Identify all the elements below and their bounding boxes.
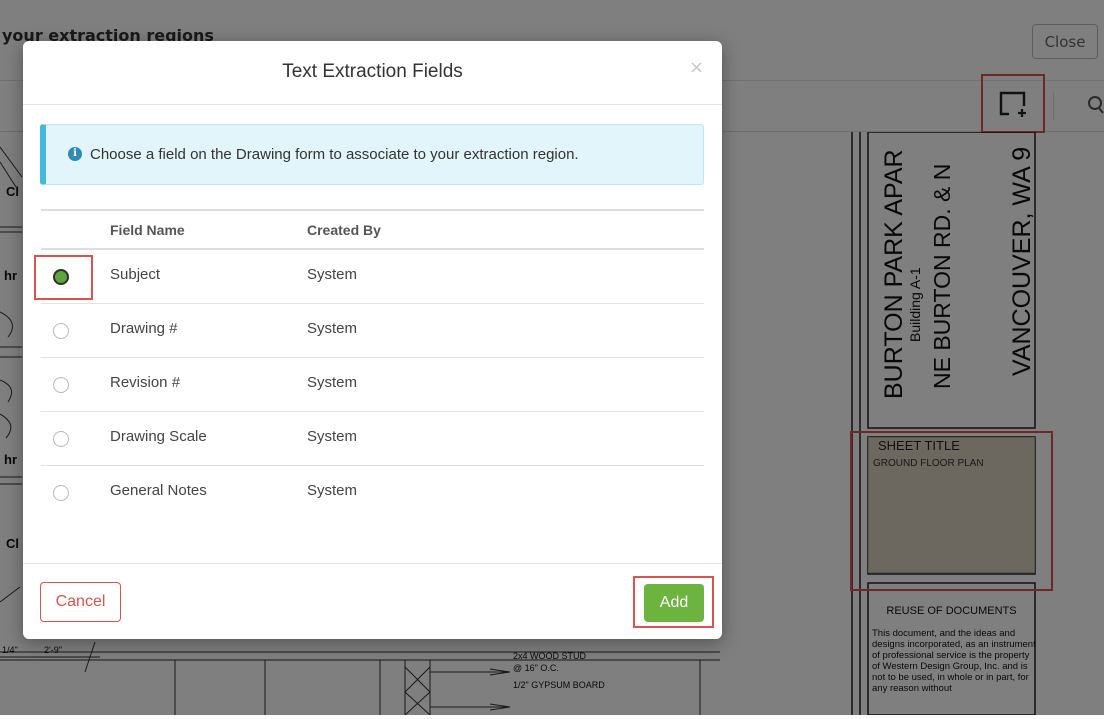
field-name-cell: Drawing Scale (110, 428, 207, 445)
table-row[interactable]: General Notes System (41, 466, 704, 520)
info-alert: i Choose a field on the Drawing form to … (40, 124, 704, 185)
info-icon: i (68, 147, 82, 161)
radio-drawing-scale[interactable] (53, 431, 69, 447)
created-by-cell: System (307, 266, 358, 283)
radio-revision-number[interactable] (53, 377, 69, 393)
field-name-cell: Revision # (110, 374, 181, 391)
field-name-cell: Drawing # (110, 320, 178, 337)
column-header-created-by: Created By (307, 222, 381, 238)
created-by-cell: System (307, 374, 358, 391)
header-divider (23, 104, 722, 105)
text-extraction-modal: Text Extraction Fields × i Choose a fiel… (23, 41, 722, 639)
table-row[interactable]: Subject System (41, 250, 704, 304)
selected-radio-highlight (34, 255, 93, 300)
add-button-highlight (633, 576, 714, 628)
table-row[interactable]: Drawing # System (41, 304, 704, 358)
close-icon[interactable]: × (689, 57, 704, 78)
created-by-cell: System (307, 482, 358, 499)
field-name-cell: Subject (110, 266, 161, 283)
field-name-cell: General Notes (110, 482, 207, 499)
created-by-cell: System (307, 320, 358, 337)
created-by-cell: System (307, 428, 358, 445)
modal-title: Text Extraction Fields (282, 61, 463, 82)
table-row[interactable]: Revision # System (41, 358, 704, 412)
info-text: Choose a field on the Drawing form to as… (90, 146, 579, 163)
footer-divider (23, 563, 722, 564)
table-top-border (41, 209, 704, 211)
radio-drawing-number[interactable] (53, 323, 69, 339)
cancel-button[interactable]: Cancel (40, 582, 121, 622)
radio-general-notes[interactable] (53, 485, 69, 501)
table-row[interactable]: Drawing Scale System (41, 412, 704, 466)
column-header-field-name: Field Name (110, 222, 185, 238)
